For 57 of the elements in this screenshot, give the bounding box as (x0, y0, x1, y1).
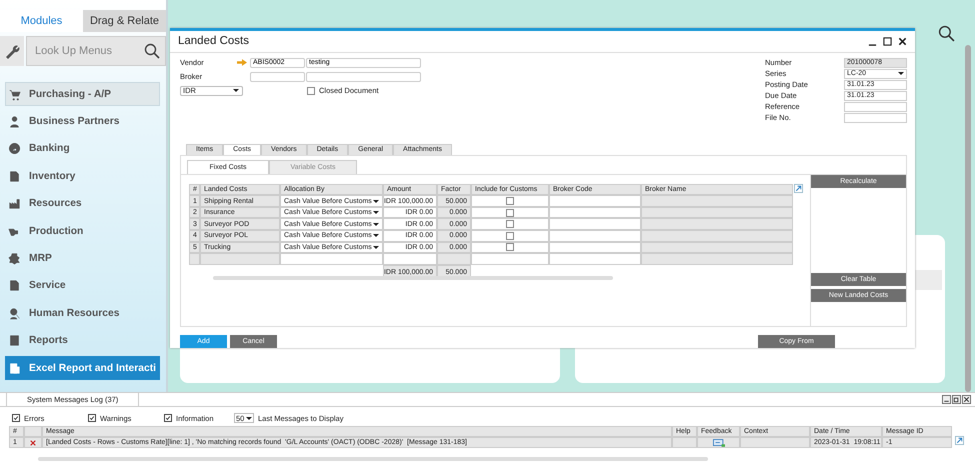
module-icon (8, 142, 21, 156)
restore-icon[interactable] (952, 395, 961, 404)
search-icon[interactable] (938, 25, 955, 42)
maximize-icon[interactable] (883, 36, 892, 46)
module-icon (8, 170, 21, 183)
search-field[interactable]: Look Up Menus (26, 36, 166, 66)
module-icon (8, 115, 21, 128)
checkbox[interactable] (506, 208, 514, 217)
module-menu-item[interactable]: Purchasing - A/P (5, 82, 160, 106)
module-menu-item[interactable]: Production (5, 218, 160, 244)
module-menu-item[interactable]: Business Partners (5, 109, 160, 134)
module-icon (8, 279, 21, 292)
link-arrow-icon[interactable] (237, 59, 247, 66)
module-icon (8, 306, 21, 320)
search-input[interactable]: Look Up Menus (27, 44, 144, 58)
input-field[interactable] (844, 102, 907, 112)
table-cell (189, 253, 200, 265)
checkbox[interactable] (506, 220, 514, 228)
module-icon (8, 252, 21, 266)
expand-icon[interactable] (955, 436, 964, 445)
broker-code-field[interactable] (250, 72, 305, 82)
wrench-icon[interactable] (0, 36, 24, 66)
input-field[interactable] (844, 112, 907, 123)
feedback-icon[interactable] (712, 438, 724, 446)
table-cell (437, 253, 471, 265)
minimize-icon[interactable] (942, 395, 951, 404)
scrollbar[interactable] (213, 276, 613, 280)
module-menu-item[interactable]: MRP (5, 246, 160, 271)
close-icon[interactable] (898, 36, 907, 46)
module-icon (8, 362, 21, 375)
module-icon (8, 197, 21, 210)
scrollbar[interactable] (38, 457, 708, 461)
error-icon (30, 440, 36, 446)
module-menu-item[interactable]: Human Resources (5, 301, 160, 326)
scrollbar[interactable] (965, 45, 971, 392)
expand-icon[interactable] (794, 184, 803, 193)
checkbox[interactable] (164, 414, 172, 422)
checkbox[interactable] (506, 243, 514, 252)
module-icon (8, 334, 21, 348)
checkbox[interactable] (307, 86, 315, 95)
checkbox[interactable] (506, 232, 514, 240)
search-icon[interactable] (144, 43, 160, 59)
module-menu-item[interactable]: Service (5, 274, 160, 298)
checkbox[interactable] (88, 414, 96, 422)
broker-name-field[interactable] (306, 72, 421, 82)
checkbox[interactable] (506, 197, 514, 206)
module-menu-item[interactable]: Banking (5, 136, 160, 162)
close-icon[interactable] (962, 395, 971, 404)
window-title: Landed Costs (178, 35, 250, 48)
module-menu-item[interactable]: Reports (5, 328, 160, 353)
module-menu-item[interactable]: Resources (5, 192, 160, 216)
table-cell (383, 253, 437, 265)
module-icon (8, 88, 21, 101)
module-tab[interactable]: Drag & Relate (83, 10, 166, 32)
module-menu-item[interactable]: Excel Report and Interacti (5, 356, 160, 380)
module-menu-item[interactable]: Inventory (5, 164, 160, 189)
checkbox[interactable] (12, 414, 20, 422)
